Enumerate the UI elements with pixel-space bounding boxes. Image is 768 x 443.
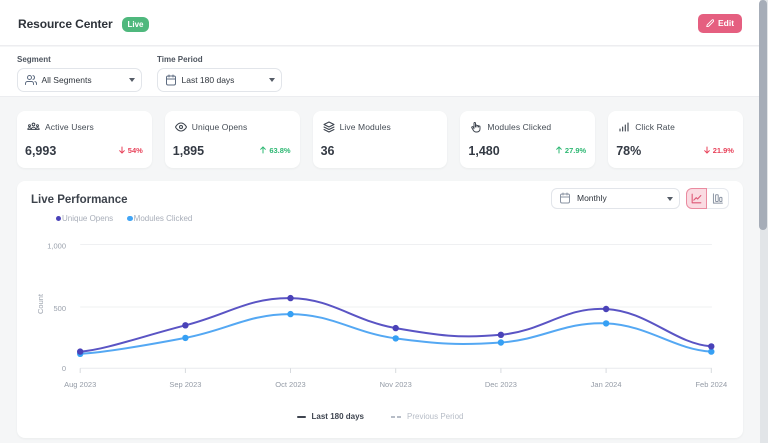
svg-text:Jan 2024: Jan 2024 <box>591 380 622 389</box>
svg-text:Aug 2023: Aug 2023 <box>64 380 96 389</box>
svg-text:500: 500 <box>53 304 66 313</box>
svg-text:Sep 2023: Sep 2023 <box>169 380 201 389</box>
svg-text:Dec 2023: Dec 2023 <box>485 380 517 389</box>
svg-text:Oct 2023: Oct 2023 <box>275 380 305 389</box>
svg-text:Nov 2023: Nov 2023 <box>380 380 412 389</box>
svg-text:Count: Count <box>36 293 45 314</box>
svg-text:1,000: 1,000 <box>47 242 66 251</box>
svg-text:Feb 2024: Feb 2024 <box>695 380 727 389</box>
svg-text:0: 0 <box>62 364 66 373</box>
